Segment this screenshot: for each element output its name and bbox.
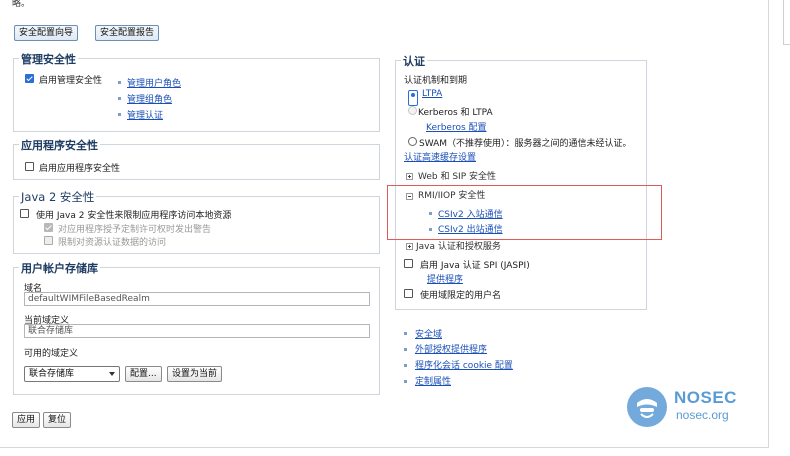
app-security-title: 应用程序安全性 [19, 137, 100, 153]
security-report-button[interactable]: 安全配置报告 [95, 25, 160, 41]
bullet-icon [118, 97, 121, 100]
java2-security-title: Java 2 安全性 [19, 189, 97, 205]
ltpa-link[interactable]: LTPA [422, 89, 442, 99]
set-as-current-button[interactable]: 设置为当前 [167, 366, 223, 382]
jaspi-label: 启用 Java 认证 SPI (JASPI) [420, 261, 530, 271]
realm-name-field[interactable]: defaultWIMFileBasedRealm [24, 292, 370, 306]
swam-label: SWAM（不推荐使用）：服务器之间的通信未经认证。 [419, 139, 632, 149]
nosec-logo-icon [626, 386, 668, 428]
jaspi-checkbox[interactable] [404, 259, 413, 268]
kerberos-ltpa-label: Kerberos 和 LTPA [418, 108, 493, 118]
admin-security-label: 启用管理安全性 [39, 76, 103, 86]
admin-auth-link[interactable]: 管理认证 [127, 108, 163, 121]
realm-def-select[interactable]: 联合存储库 [24, 366, 120, 382]
configure-button[interactable]: 配置... [125, 366, 162, 382]
app-security-label: 启用应用程序安全性 [39, 164, 121, 174]
auth-cache-settings-link[interactable]: 认证高速缓存设置 [404, 150, 476, 163]
custom-properties-link[interactable]: 定制属性 [415, 374, 451, 387]
ltpa-radio[interactable] [408, 90, 418, 106]
top-text-fragment: 略。 [12, 0, 31, 9]
rmi-iiop-security-label[interactable]: RMI/IIOP 安全性 [418, 188, 485, 201]
java-auth-service-label[interactable]: Java 认证和授权服务 [416, 239, 501, 252]
watermark-brand: NOSEC [674, 388, 737, 407]
watermark-domain: nosec.org [676, 408, 729, 422]
bullet-icon [404, 380, 407, 383]
csiv2-outbound-link[interactable]: CSIv2 出站通信 [438, 222, 503, 235]
auth-mechanism-label: 认证机制和到期 [404, 76, 468, 86]
realm-qualified-label: 使用域限定的用户名 [420, 291, 502, 301]
admin-group-roles-link[interactable]: 管理组角色 [127, 92, 172, 105]
kerberos-config-link[interactable]: Kerberos 配置 [426, 120, 487, 133]
warn-custom-permission-label: 对应用程序授予定制许可权时发出警告 [58, 225, 212, 235]
realm-def-select-value: 联合存储库 [29, 369, 75, 379]
admin-user-roles-link[interactable]: 管理用户角色 [127, 76, 181, 89]
user-registry-title: 用户帐户存储库 [19, 260, 100, 276]
realm-qualified-checkbox[interactable] [404, 289, 413, 298]
page-right-border [768, 0, 769, 448]
restrict-auth-data-checkbox[interactable] [44, 236, 53, 245]
collapse-icon[interactable] [406, 193, 413, 200]
jaspi-providers-link[interactable]: 提供程序 [427, 272, 463, 285]
web-sip-security-label[interactable]: Web 和 SIP 安全性 [418, 169, 496, 182]
bullet-icon [118, 113, 121, 116]
bullet-icon [429, 228, 432, 231]
app-security-checkbox[interactable] [25, 162, 34, 171]
security-wizard-button[interactable]: 安全配置向导 [14, 25, 79, 41]
programmatic-session-cookie-link[interactable]: 程序化会话 cookie 配置 [415, 358, 513, 371]
kerberos-ltpa-radio[interactable] [408, 106, 417, 115]
authentication-title: 认证 [401, 53, 427, 69]
swam-radio[interactable] [408, 137, 417, 146]
current-realm-def-field: 联合存储库 [24, 324, 370, 338]
bullet-icon [404, 348, 407, 351]
restrict-auth-data-label: 限制对资源认证数据的访问 [58, 238, 167, 248]
side-panel-edge [783, 0, 790, 45]
security-domains-link[interactable]: 安全域 [415, 327, 442, 340]
external-authz-providers-link[interactable]: 外部授权提供程序 [415, 342, 487, 355]
available-realm-defs-label: 可用的域定义 [24, 349, 79, 359]
bullet-icon [429, 212, 432, 215]
bullet-icon [404, 364, 407, 367]
admin-security-panel [13, 58, 380, 132]
reset-button[interactable]: 复位 [43, 412, 72, 428]
chevron-down-icon [109, 372, 115, 376]
bullet-icon [118, 81, 121, 84]
expand-icon[interactable] [406, 173, 413, 180]
java2-security-checkbox[interactable] [20, 209, 29, 218]
java2-security-label: 使用 Java 2 安全性来限制应用程序访问本地资源 [36, 211, 232, 221]
admin-security-title: 管理安全性 [19, 51, 78, 67]
apply-button[interactable]: 应用 [12, 412, 41, 428]
warn-custom-permission-checkbox[interactable] [44, 223, 53, 232]
csiv2-inbound-link[interactable]: CSIv2 入站通信 [438, 207, 503, 220]
admin-security-checkbox[interactable] [25, 74, 34, 83]
expand-icon[interactable] [406, 243, 413, 250]
page-bottom-border [0, 447, 769, 448]
bullet-icon [404, 332, 407, 335]
